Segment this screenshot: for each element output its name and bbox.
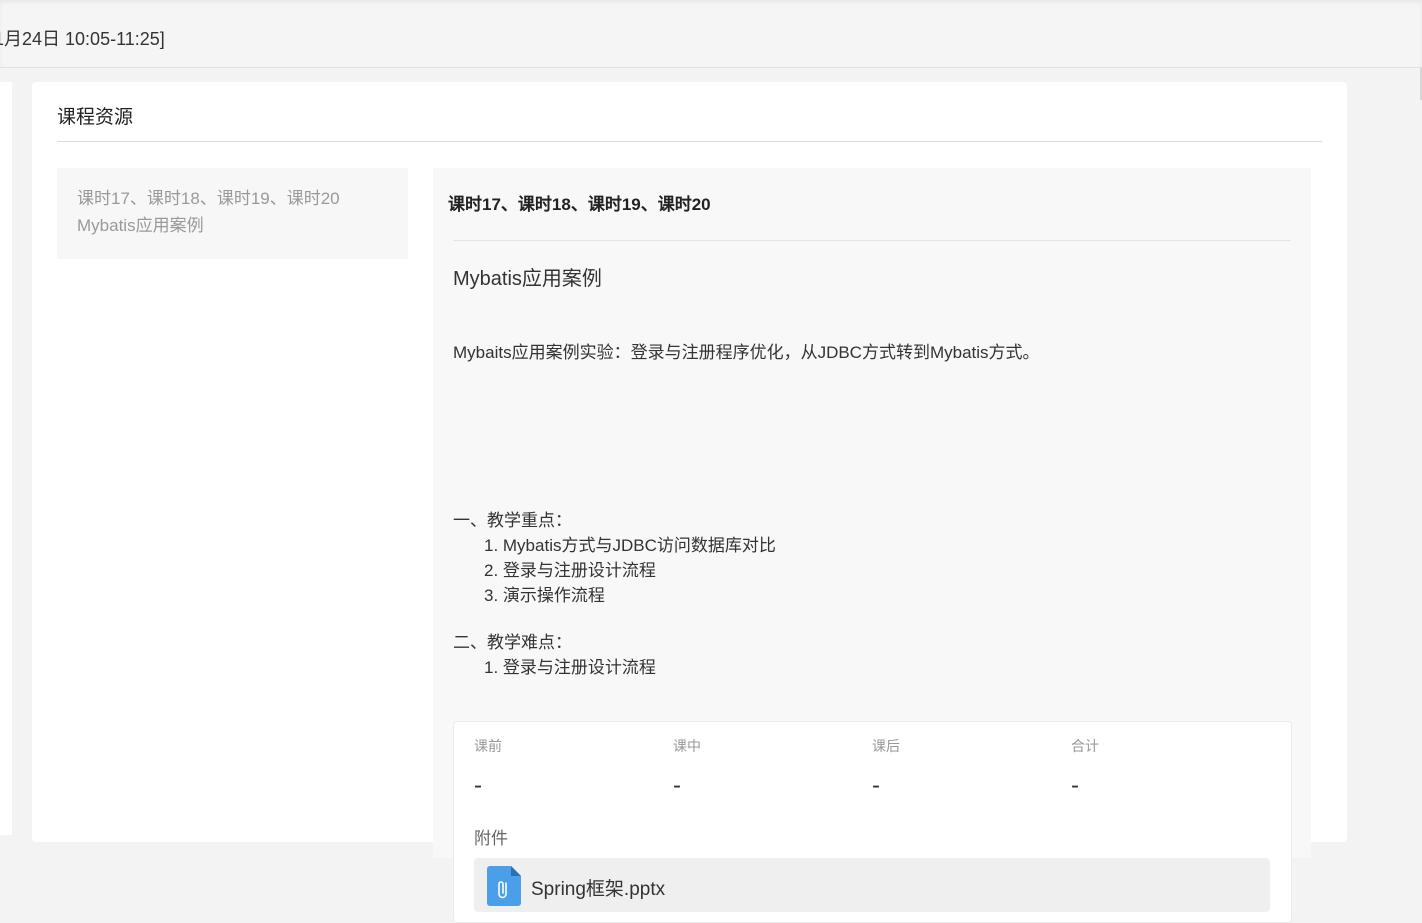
attachment-file-name: Spring框架.pptx [531, 879, 666, 900]
detail-title: 课时17、课时18、课时19、课时20 [448, 195, 711, 214]
panel-title: 课程资源 [57, 107, 134, 128]
stat-value: - [1071, 772, 1079, 799]
key-point-item: 3. 演示操作流程 [484, 586, 605, 605]
key-point-item: 2. 登录与注册设计流程 [484, 561, 656, 580]
stat-label: 合计 [1071, 738, 1099, 754]
lesson-item-topic: Mybatis应用案例 [77, 216, 204, 235]
paperclip-file-icon [487, 866, 521, 906]
lesson-item[interactable]: 课时17、课时18、课时19、课时20 Mybatis应用案例 [57, 168, 408, 259]
stat-before-class: 课前 - [474, 736, 664, 800]
lesson-detail: 课时17、课时18、课时19、课时20 Mybatis应用案例 Mybaits应… [433, 168, 1311, 923]
stat-value: - [474, 772, 482, 799]
stat-label: 课后 [872, 738, 900, 754]
stat-label: 课前 [474, 738, 502, 754]
difficulty-item: 1. 登录与注册设计流程 [484, 658, 656, 677]
lesson-list: 课时17、课时18、课时19、课时20 Mybatis应用案例 [57, 168, 408, 259]
stats-card: 课前 - 课中 - 课后 - 合计 - 附件 Spring框架.pptx [453, 721, 1292, 923]
course-resources-panel: 课程资源 课时17、课时18、课时19、课时20 Mybatis应用案例 课时1… [32, 82, 1347, 923]
attachments-label: 附件 [474, 829, 508, 848]
difficulties-section: 二、教学难点： 1. 登录与注册设计流程 [453, 630, 656, 680]
left-sidebar-edge [0, 82, 12, 835]
difficulties-heading: 二、教学难点： [453, 633, 572, 652]
stat-in-class: 课中 - [673, 736, 863, 800]
detail-subtitle: Mybatis应用案例 [453, 268, 602, 290]
key-point-item: 1. Mybatis方式与JDBC访问数据库对比 [484, 536, 776, 555]
panel-divider [57, 141, 1322, 142]
detail-divider [453, 240, 1291, 241]
stat-label: 课中 [673, 738, 701, 754]
stat-value: - [673, 772, 681, 799]
stat-value: - [872, 772, 880, 799]
header-bar: 1月24日 10:05-11:25] [0, 0, 1422, 68]
stat-after-class: 课后 - [872, 736, 1062, 800]
key-points-heading: 一、教学重点： [453, 511, 572, 530]
page-title: 1月24日 10:05-11:25] [0, 29, 165, 49]
stat-total: 合计 - [1071, 736, 1261, 800]
attachment-item[interactable]: Spring框架.pptx [474, 858, 1270, 912]
key-points-section: 一、教学重点： 1. Mybatis方式与JDBC访问数据库对比 2. 登录与注… [453, 508, 776, 608]
detail-description: Mybaits应用案例实验：登录与注册程序优化，从JDBC方式转到Mybatis… [453, 343, 1040, 362]
lesson-item-sessions: 课时17、课时18、课时19、课时20 [77, 189, 340, 208]
